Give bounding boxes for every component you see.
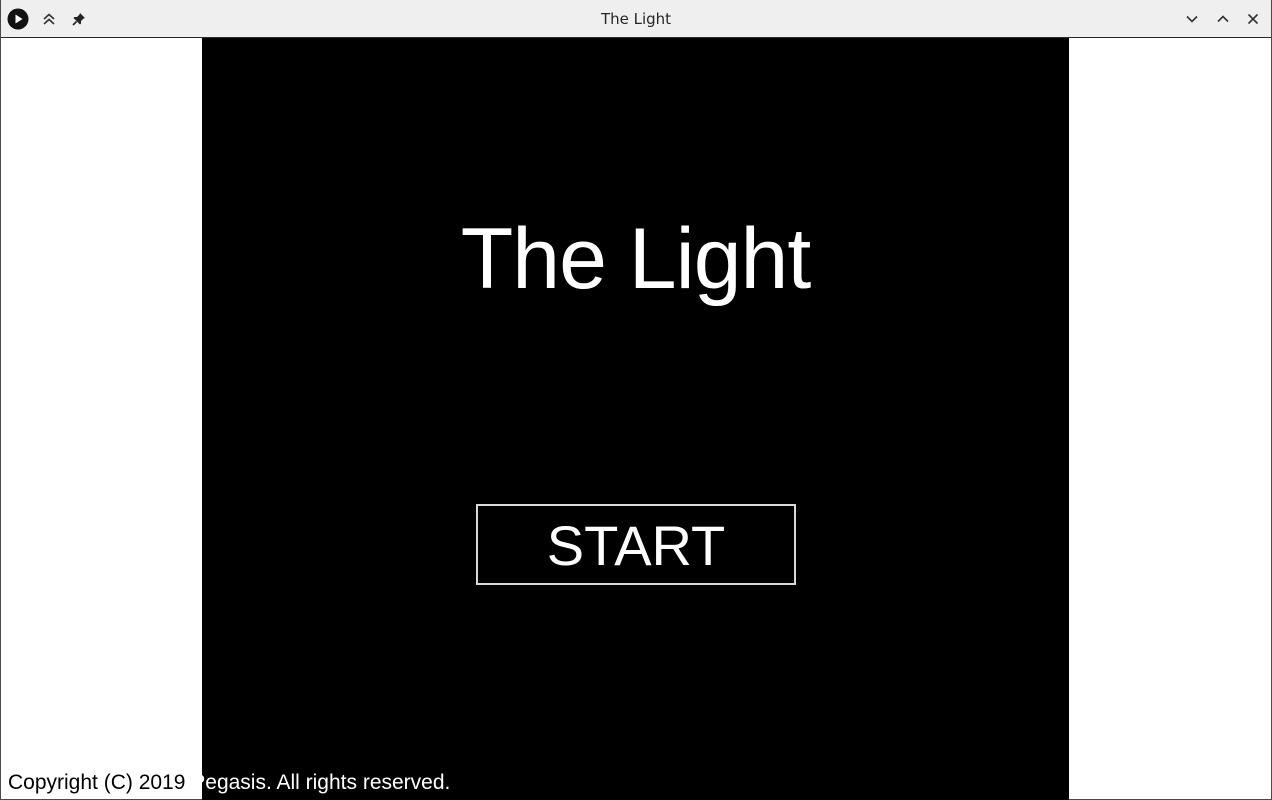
chevron-up-icon[interactable] <box>1211 7 1235 31</box>
game-canvas[interactable]: The Light START <box>202 38 1069 800</box>
copyright-text: Copyright (C) 2019 Pegasis. All rights r… <box>8 771 450 795</box>
copyright-part-2: Pegasis. All rights reserved. <box>185 771 451 794</box>
close-icon[interactable] <box>1241 7 1265 31</box>
chevron-down-icon[interactable] <box>1180 7 1204 31</box>
window-title: The Light <box>600 10 672 28</box>
window-titlebar[interactable]: The Light <box>1 0 1271 38</box>
game-title: The Light <box>460 211 812 307</box>
copyright-part-1: Copyright (C) 2019 <box>8 771 186 794</box>
start-button[interactable]: START <box>476 504 796 585</box>
app-window: The Light The Light START Copyright (C) … <box>0 0 1272 800</box>
